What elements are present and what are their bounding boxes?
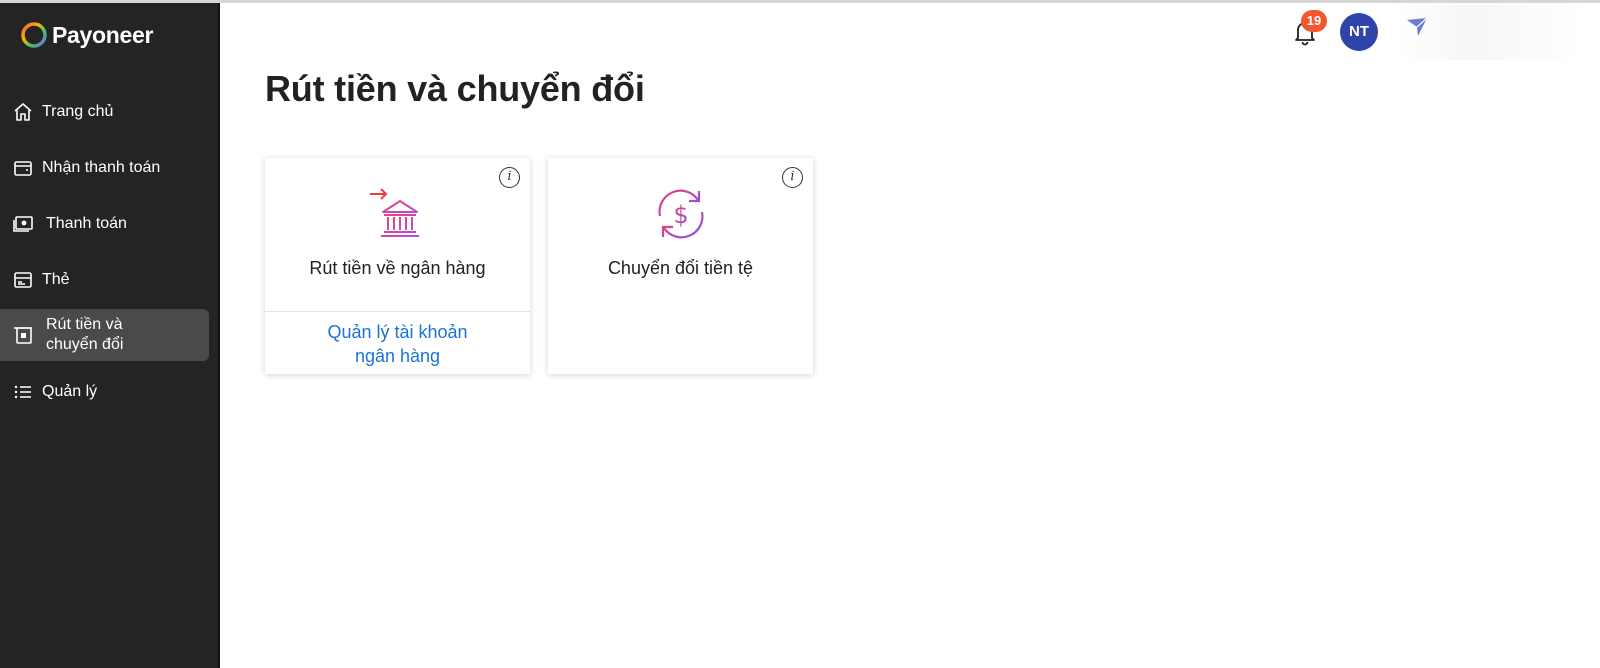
card-title: Rút tiền về ngân hàng <box>309 258 486 278</box>
avatar[interactable]: NT <box>1340 13 1378 51</box>
sidebar-item-label-line2: chuyển đổi <box>46 336 124 353</box>
currency-conversion-card[interactable]: i $ Chuyển đổi tiền tệ <box>548 158 813 374</box>
extension-arrow-icon[interactable] <box>1405 16 1429 38</box>
notification-count-badge: 19 <box>1301 10 1327 32</box>
sidebar-item-label: Nhận thanh toán <box>42 159 161 176</box>
list-icon <box>12 381 34 403</box>
sidebar-item-label: Thẻ <box>42 271 70 288</box>
payment-icon <box>12 213 34 235</box>
sidebar-item-label-line1: Rút tiền và <box>46 316 123 333</box>
svg-text:$: $ <box>673 201 688 229</box>
info-icon[interactable]: i <box>499 167 520 188</box>
app-root: Payoneer Trang chủ Nhận thanh toán Thanh… <box>0 0 1600 668</box>
payoneer-ring-icon <box>21 22 47 48</box>
bank-transfer-icon <box>369 188 419 237</box>
card-title: Chuyển đổi tiền tệ <box>607 258 754 278</box>
info-icon[interactable]: i <box>782 167 803 188</box>
home-icon <box>12 101 34 123</box>
sidebar-border <box>218 3 220 668</box>
withdraw-to-bank-card[interactable]: i Rút tiền về ngân hàng Quản lý tài khoả… <box>265 158 530 374</box>
brand-name: Payoneer <box>52 21 154 48</box>
sidebar-item-manage[interactable]: Quản lý <box>0 378 209 406</box>
manage-bank-accounts-link[interactable]: Quản lý tài khoản ngân hàng <box>265 320 530 368</box>
card-icon <box>12 269 34 291</box>
sidebar: Payoneer Trang chủ Nhận thanh toán Thanh… <box>0 3 218 668</box>
top-border <box>0 0 1600 3</box>
sidebar-item-label: Thanh toán <box>46 215 127 232</box>
currency-exchange-icon: $ <box>657 189 704 239</box>
payoneer-logo[interactable]: Payoneer <box>20 21 153 49</box>
sidebar-item-receive-payments[interactable]: Nhận thanh toán <box>0 154 209 182</box>
sidebar-item-payments[interactable]: Thanh toán <box>0 210 209 238</box>
sidebar-item-label: Trang chủ <box>42 103 114 120</box>
sidebar-item-withdraw-convert[interactable]: Rút tiền và chuyển đổi <box>0 309 209 361</box>
link-line2: ngân hàng <box>354 346 441 366</box>
wallet-icon <box>12 157 34 179</box>
link-line1: Quản lý tài khoản <box>327 322 468 342</box>
card-divider <box>265 311 530 312</box>
sidebar-item-home[interactable]: Trang chủ <box>0 98 209 126</box>
sidebar-item-label: Quản lý <box>42 383 98 400</box>
page-title: Rút tiền và chuyển đổi <box>265 68 645 109</box>
withdraw-icon <box>12 324 34 346</box>
sidebar-item-cards[interactable]: Thẻ <box>0 266 209 294</box>
